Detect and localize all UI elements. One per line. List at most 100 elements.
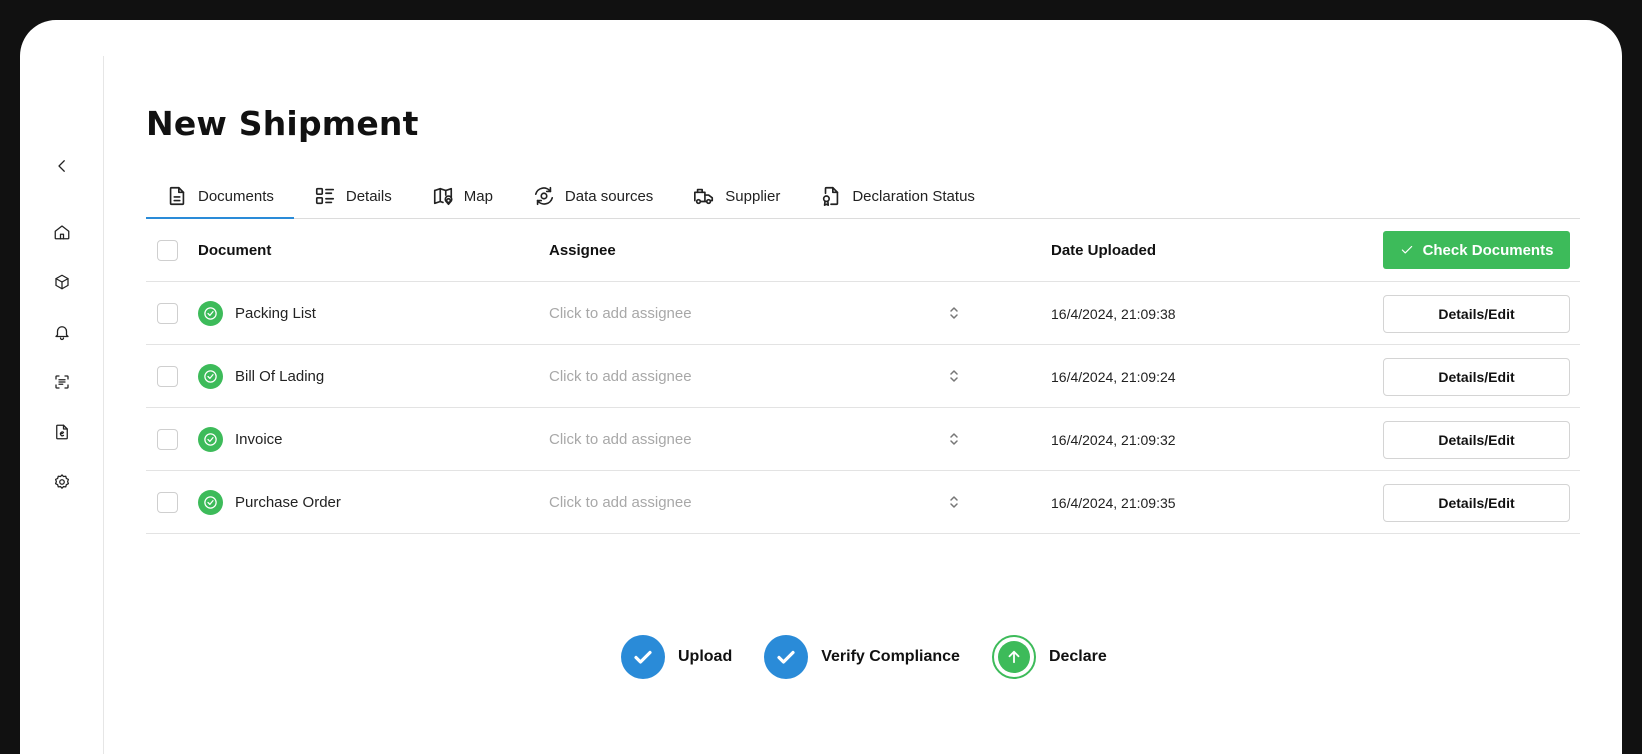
- verified-status-icon: [198, 490, 223, 515]
- box-icon: [55, 274, 69, 290]
- check-circle-icon: [204, 433, 217, 446]
- check-circle-icon: [204, 496, 217, 509]
- tab-label: Documents: [198, 187, 274, 205]
- file-euro-icon: [56, 424, 68, 440]
- collapse-sidebar-button[interactable]: [52, 156, 72, 176]
- step-declare[interactable]: Declare: [991, 635, 1107, 679]
- check-icon: [634, 650, 652, 664]
- page-title: New Shipment: [146, 104, 419, 143]
- verified-status-icon: [198, 364, 223, 389]
- assignee-select-chevron[interactable]: [948, 430, 960, 448]
- column-header-date: Date Uploaded: [1051, 242, 1157, 259]
- details-edit-button[interactable]: Details/Edit: [1383, 421, 1570, 459]
- step-label: Declare: [1048, 648, 1107, 665]
- column-header-document: Document: [198, 242, 272, 259]
- tab-supplier[interactable]: Supplier: [673, 174, 800, 218]
- check-icon: [1401, 245, 1412, 254]
- assignee-select-chevron[interactable]: [948, 304, 960, 322]
- map-pin-icon: [433, 187, 453, 206]
- scan-icon: [55, 375, 69, 389]
- gear-icon: [54, 474, 70, 489]
- file-text-icon: [169, 186, 185, 206]
- sidebar: [20, 56, 104, 754]
- sidebar-item-packages[interactable]: [52, 272, 72, 292]
- select-all-checkbox[interactable]: [157, 240, 178, 261]
- tab-map[interactable]: Map: [412, 174, 513, 218]
- home-icon: [54, 225, 70, 240]
- date-uploaded: 16/4/2024, 21:09:32: [1051, 432, 1176, 448]
- check-icon: [777, 650, 795, 664]
- check-documents-label: Check Documents: [1422, 241, 1554, 259]
- step-current-inner: [997, 641, 1030, 673]
- assignee-select[interactable]: Click to add assignee: [549, 431, 692, 448]
- row-checkbox[interactable]: [157, 303, 178, 324]
- assignee-select[interactable]: Click to add assignee: [549, 494, 692, 511]
- details-edit-button[interactable]: Details/Edit: [1383, 358, 1570, 396]
- assignee-select[interactable]: Click to add assignee: [549, 305, 692, 322]
- app-window: New Shipment Documents Details Map Data …: [20, 20, 1622, 754]
- step-label: Upload: [678, 648, 733, 665]
- sidebar-item-scan[interactable]: [52, 372, 72, 392]
- assignee-select[interactable]: Click to add assignee: [549, 368, 692, 385]
- tab-label: Data sources: [564, 187, 654, 205]
- list-icon: [315, 187, 334, 205]
- truck-icon: [694, 188, 714, 205]
- tab-declaration-status[interactable]: Declaration Status: [800, 174, 995, 218]
- tab-label: Supplier: [725, 187, 781, 205]
- table-row: Invoice Click to add assignee 16/4/2024,…: [146, 408, 1580, 471]
- step-verify-compliance[interactable]: Verify Compliance: [764, 635, 960, 679]
- table-header-row: Document Assignee Date Uploaded Check Do…: [146, 219, 1580, 282]
- document-name: Invoice: [235, 431, 283, 448]
- main-content: New Shipment Documents Details Map Data …: [146, 20, 1586, 754]
- chevron-up-down-icon: [950, 496, 958, 508]
- sidebar-item-home[interactable]: [52, 222, 72, 242]
- row-checkbox[interactable]: [157, 429, 178, 450]
- chevron-up-down-icon: [950, 370, 958, 382]
- sidebar-item-settings[interactable]: [52, 472, 72, 492]
- details-edit-button[interactable]: Details/Edit: [1383, 484, 1570, 522]
- chevron-up-down-icon: [950, 307, 958, 319]
- document-name: Purchase Order: [235, 494, 341, 511]
- verified-status-icon: [198, 427, 223, 452]
- check-documents-button[interactable]: Check Documents: [1383, 231, 1570, 269]
- chevron-left-icon: [58, 160, 65, 172]
- table-row: Bill Of Lading Click to add assignee 16/…: [146, 345, 1580, 408]
- step-complete-indicator: [621, 635, 665, 679]
- tab-data-sources[interactable]: Data sources: [513, 174, 673, 218]
- tab-documents[interactable]: Documents: [146, 174, 294, 219]
- row-checkbox[interactable]: [157, 492, 178, 513]
- step-current-indicator: [991, 635, 1036, 679]
- date-uploaded: 16/4/2024, 21:09:38: [1051, 306, 1176, 322]
- tab-label: Map: [463, 187, 493, 205]
- step-upload[interactable]: Upload: [621, 635, 732, 679]
- chevron-up-down-icon: [950, 433, 958, 445]
- check-circle-icon: [204, 370, 217, 383]
- row-checkbox[interactable]: [157, 366, 178, 387]
- step-label: Verify Compliance: [821, 648, 960, 665]
- bell-icon: [55, 326, 69, 341]
- check-circle-icon: [204, 307, 217, 320]
- eye-refresh-icon: [534, 186, 553, 206]
- table-row: Packing List Click to add assignee 16/4/…: [146, 282, 1580, 345]
- progress-stepper: Upload Verify Compliance Declare: [621, 634, 1139, 680]
- sidebar-item-documents[interactable]: [52, 422, 72, 442]
- arrow-up-icon: [1008, 650, 1020, 664]
- document-name: Packing List: [235, 305, 316, 322]
- date-uploaded: 16/4/2024, 21:09:35: [1051, 495, 1176, 511]
- tab-details[interactable]: Details: [294, 174, 412, 218]
- tab-label: Declaration Status: [852, 187, 975, 205]
- verified-status-icon: [198, 301, 223, 326]
- assignee-select-chevron[interactable]: [948, 493, 960, 511]
- file-badge-icon: [823, 186, 839, 206]
- step-complete-indicator: [764, 635, 809, 679]
- sidebar-item-notifications[interactable]: [52, 322, 72, 342]
- tab-label: Details: [345, 187, 392, 205]
- document-name: Bill Of Lading: [235, 368, 325, 385]
- tab-bar: Documents Details Map Data sources Suppl…: [146, 174, 1580, 219]
- table-row: Purchase Order Click to add assignee 16/…: [146, 471, 1580, 534]
- details-edit-button[interactable]: Details/Edit: [1383, 295, 1570, 333]
- date-uploaded: 16/4/2024, 21:09:24: [1051, 369, 1176, 385]
- column-header-assignee: Assignee: [549, 242, 616, 259]
- assignee-select-chevron[interactable]: [948, 367, 960, 385]
- documents-table: Document Assignee Date Uploaded Check Do…: [146, 219, 1580, 534]
